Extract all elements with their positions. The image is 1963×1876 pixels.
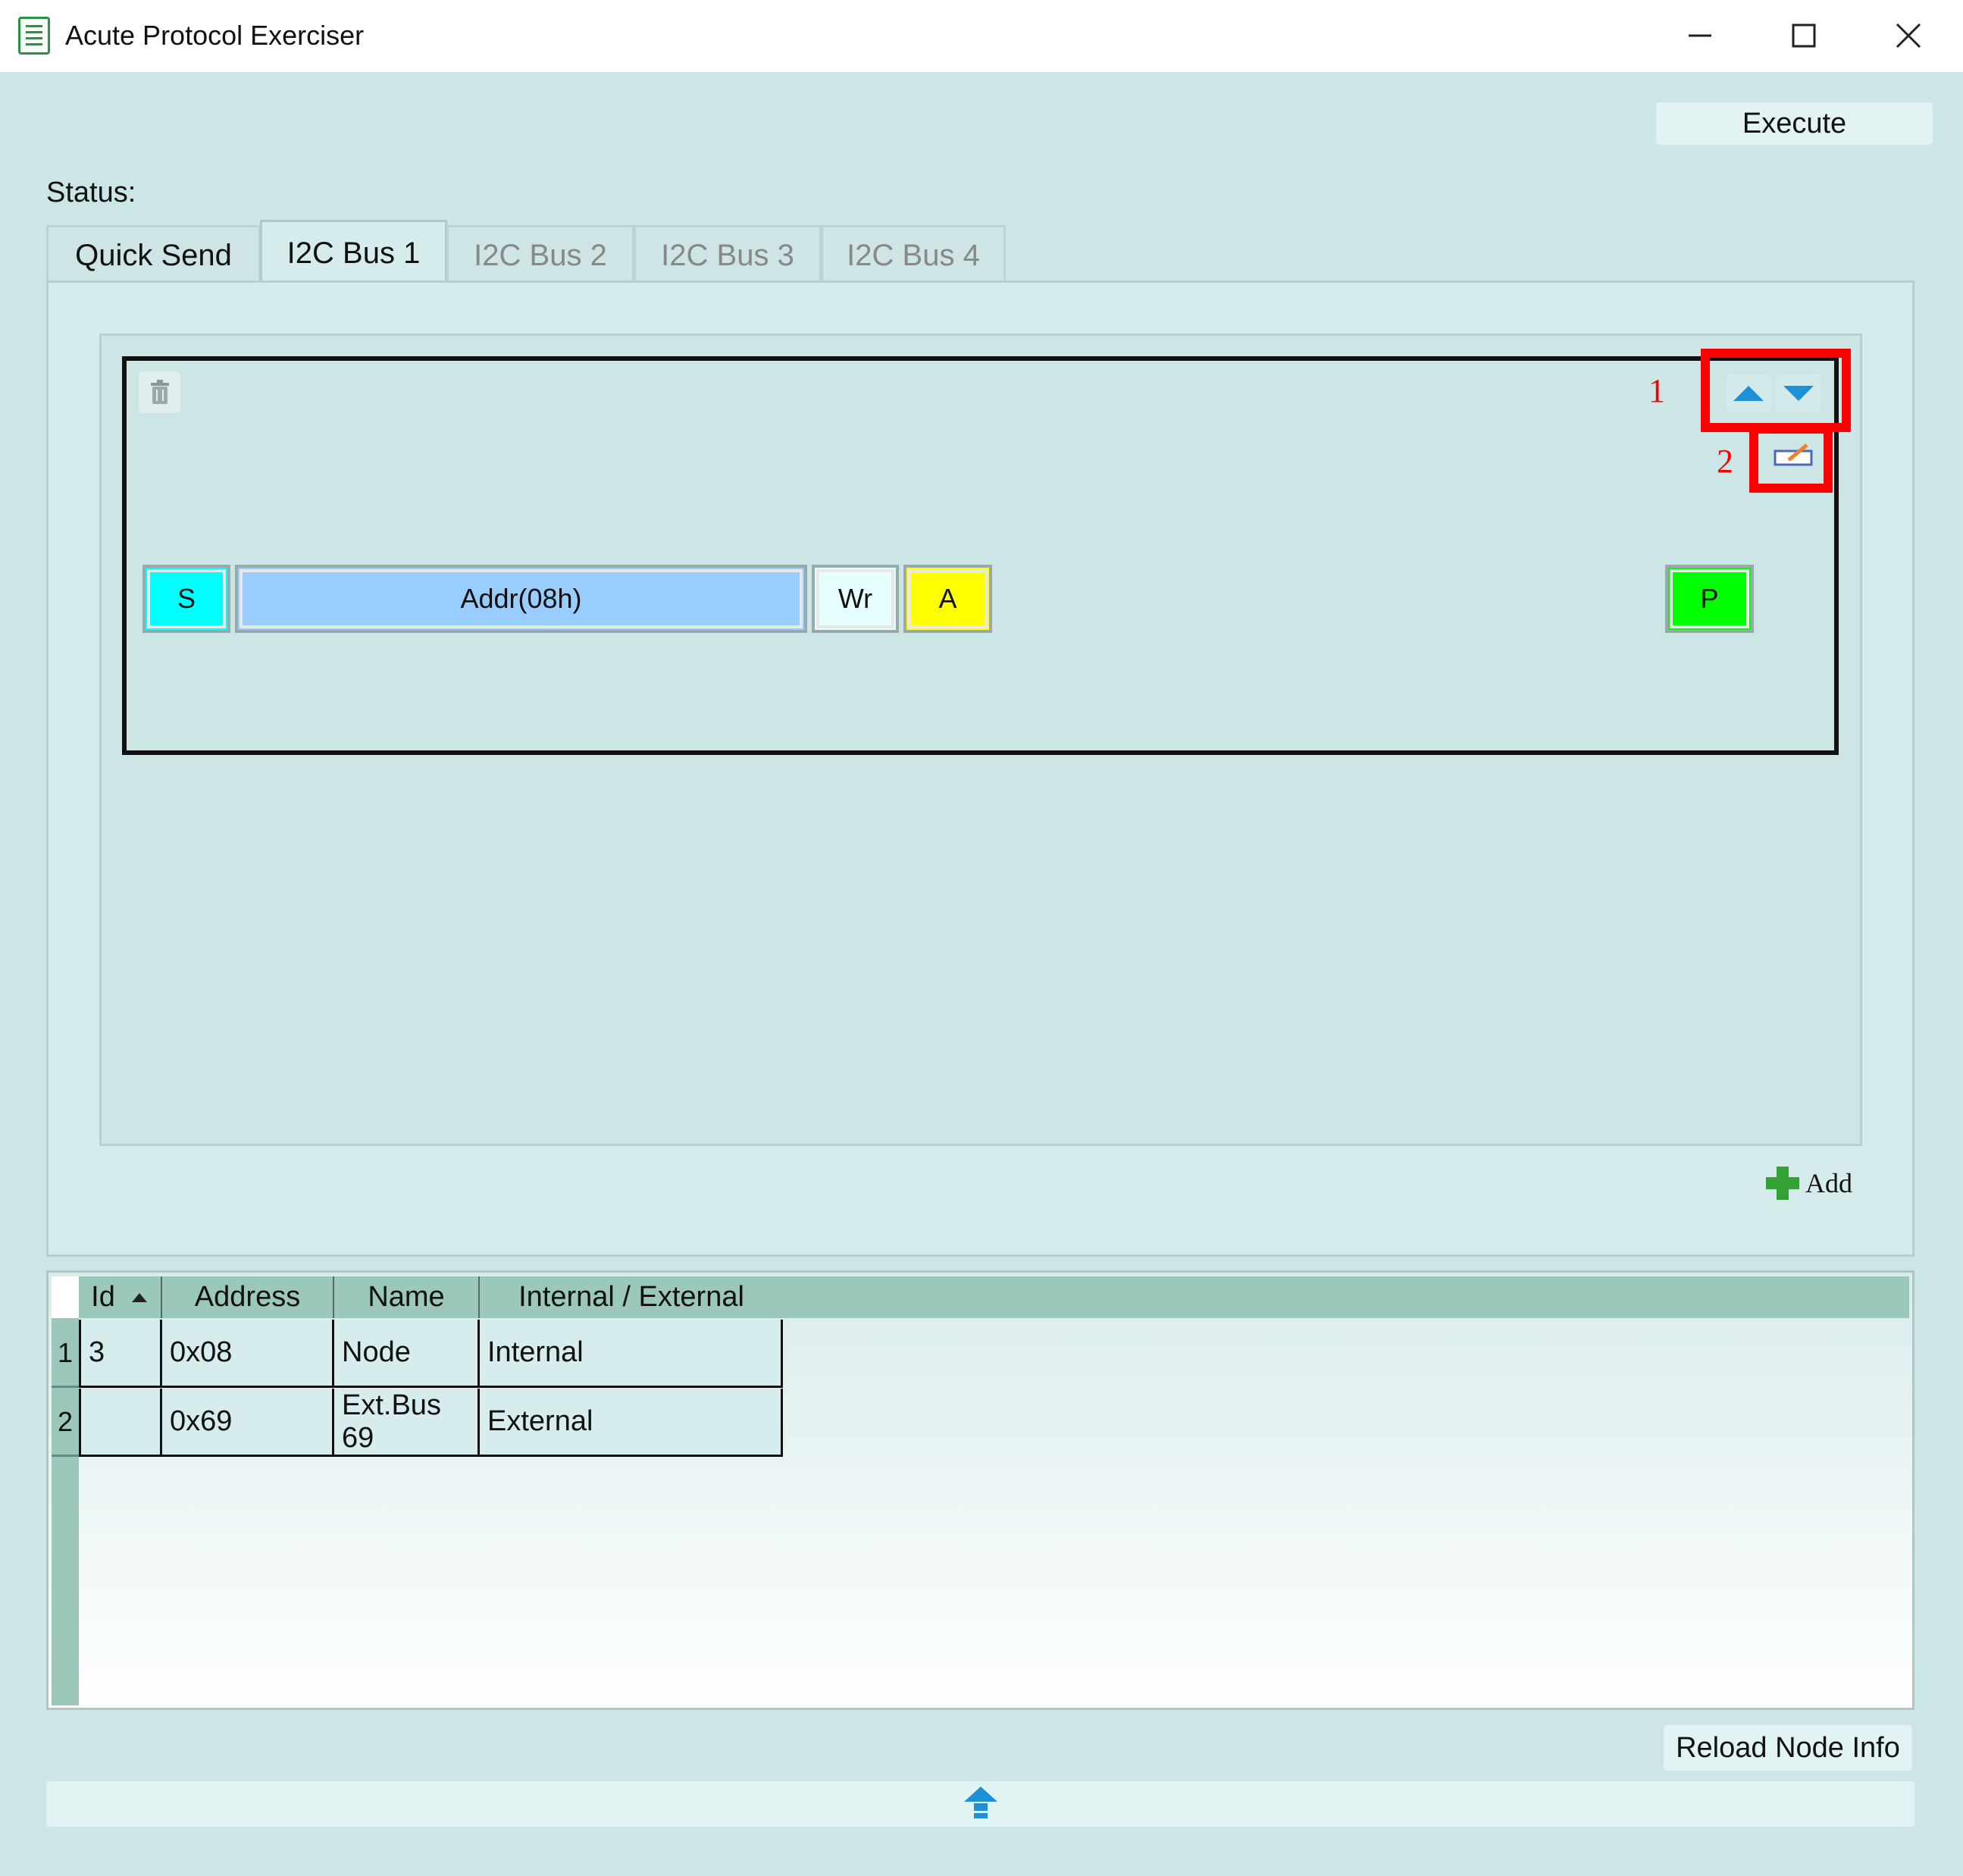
- sort-ascending-icon: [131, 1292, 147, 1302]
- table-cell-address[interactable]: 0x08: [162, 1320, 334, 1388]
- table-cell-id[interactable]: [79, 1389, 162, 1457]
- segment-write[interactable]: Wr: [812, 565, 899, 633]
- tab-i2c-bus-4[interactable]: I2C Bus 4: [821, 225, 1006, 283]
- arrow-up-icon: [1733, 386, 1764, 401]
- status-label: Status:: [46, 177, 136, 208]
- column-header-id[interactable]: Id: [79, 1276, 162, 1318]
- arrow-down-icon: [1783, 386, 1814, 401]
- maximize-icon: [1792, 23, 1816, 48]
- edit-button[interactable]: [1772, 436, 1814, 474]
- segment-start[interactable]: S: [142, 565, 230, 633]
- annotation-2: 2: [1717, 443, 1733, 480]
- row-header-1[interactable]: 1: [52, 1320, 79, 1388]
- title-bar: Acute Protocol Exerciser: [0, 0, 1963, 73]
- sequence-frame[interactable]: [122, 356, 1839, 755]
- segment-stop[interactable]: P: [1665, 565, 1754, 633]
- tab-quick-send[interactable]: Quick Send: [46, 225, 261, 283]
- annotation-1: 1: [1648, 372, 1665, 409]
- column-header-address[interactable]: Address: [162, 1276, 334, 1318]
- tab-i2c-bus-2[interactable]: I2C Bus 2: [446, 225, 634, 283]
- table-cell-name[interactable]: Node: [334, 1320, 480, 1388]
- table-cell-id[interactable]: 3: [79, 1320, 162, 1388]
- minimize-icon: [1689, 34, 1711, 37]
- plus-icon: [1766, 1167, 1799, 1200]
- close-button[interactable]: [1871, 11, 1946, 61]
- table-cell-type[interactable]: External: [480, 1389, 783, 1457]
- row-header-2[interactable]: 2: [52, 1389, 79, 1457]
- collapse-arrow-up-icon[interactable]: [962, 1785, 1000, 1823]
- delete-button[interactable]: [139, 371, 180, 413]
- window-title: Acute Protocol Exerciser: [65, 20, 365, 51]
- table-cell-type[interactable]: Internal: [480, 1320, 783, 1388]
- table-cell-address[interactable]: 0x69: [162, 1389, 334, 1457]
- app-document-icon: [18, 17, 50, 55]
- segment-address[interactable]: Addr(08h): [235, 565, 807, 633]
- trash-icon: [150, 379, 169, 404]
- segment-ack[interactable]: A: [903, 565, 992, 633]
- column-header-internal-external[interactable]: Internal / External: [480, 1276, 783, 1318]
- tab-i2c-bus-1[interactable]: I2C Bus 1: [260, 220, 447, 285]
- table-corner[interactable]: [52, 1276, 79, 1318]
- edit-icon: [1774, 443, 1813, 466]
- tab-i2c-bus-3[interactable]: I2C Bus 3: [634, 225, 822, 283]
- maximize-button[interactable]: [1766, 11, 1842, 61]
- table-cell-name[interactable]: Ext.Bus 69: [334, 1389, 480, 1457]
- add-label: Add: [1805, 1168, 1852, 1198]
- add-button[interactable]: Add: [1763, 1164, 1857, 1202]
- reload-node-info-button[interactable]: Reload Node Info: [1663, 1724, 1913, 1771]
- execute-button[interactable]: Execute: [1655, 102, 1933, 146]
- move-up-button[interactable]: [1726, 374, 1771, 412]
- collapse-bar[interactable]: [46, 1781, 1914, 1827]
- column-header-name[interactable]: Name: [334, 1276, 480, 1318]
- close-icon: [1896, 23, 1921, 49]
- minimize-button[interactable]: [1662, 11, 1738, 61]
- move-down-button[interactable]: [1776, 374, 1821, 412]
